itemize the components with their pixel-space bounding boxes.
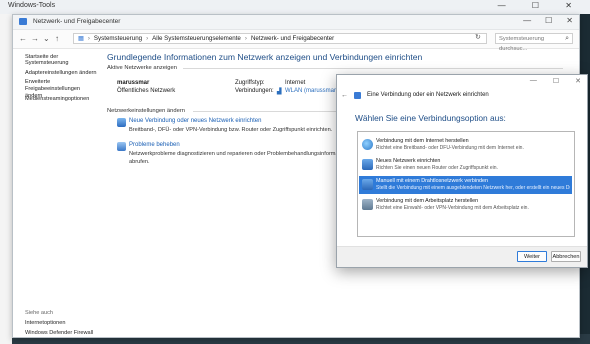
connection-setup-dialog: — ☐ ✕ ← Eine Verbindung oder ein Netzwer… — [336, 74, 588, 268]
maximize-button[interactable]: ☐ — [545, 16, 552, 25]
change-settings-label: Netzwerkeinstellungen ändern — [107, 108, 185, 114]
background-window-title: Windows-Tools — [8, 2, 56, 9]
option-title: Verbindung mit dem Internet herstellen — [376, 138, 469, 144]
option-title: Verbindung mit dem Arbeitsplatz herstell… — [376, 198, 479, 204]
sidebar-item-adapter[interactable]: Adaptereinstellungen ändern — [25, 70, 97, 76]
troubleshoot-desc: Netzwerkprobleme diagnostizieren und rep… — [129, 151, 354, 165]
refresh-icon[interactable]: ↻ — [475, 33, 481, 41]
divider — [183, 68, 563, 69]
workplace-icon — [362, 199, 373, 210]
option-internet[interactable]: Verbindung mit dem Internet herstellen R… — [359, 136, 572, 154]
sidebar-item-home[interactable]: Startseite der Systemsteuerung — [25, 54, 99, 66]
dialog-title: Eine Verbindung oder ein Netzwerk einric… — [367, 92, 489, 98]
network-name: marussmar — [117, 80, 150, 86]
dialog-minimize-button[interactable]: — — [530, 77, 537, 85]
search-input[interactable]: Systemsteuerung durchsuc... ⌕ — [495, 33, 573, 52]
breadcrumb[interactable]: ▦ › Systemsteuerung › Alle Systemsteueru… — [73, 33, 487, 44]
option-title: Neues Netzwerk einrichten — [376, 158, 441, 164]
access-type-label: Zugriffstyp: — [235, 80, 265, 86]
sidebar-item-internet-options[interactable]: Internetoptionen — [25, 320, 65, 326]
option-desc: Stellt die Verbindung mit einem ausgeble… — [376, 185, 570, 191]
breadcrumb-item[interactable]: Netzwerk- und Freigabecenter — [251, 33, 334, 44]
see-also-label: Siehe auch — [25, 310, 53, 316]
dialog-footer: Weiter Abbrechen — [337, 246, 587, 267]
back-arrow-icon[interactable]: ← — [19, 34, 27, 43]
connection-link[interactable]: WLAN (marussmar) — [285, 88, 338, 94]
network-type[interactable]: Öffentliches Netzwerk — [117, 88, 175, 94]
wifi-icon: ▟ — [277, 89, 282, 95]
back-arrow-icon[interactable]: ← — [341, 92, 348, 99]
sidebar: Startseite der Systemsteuerung Adapterei… — [13, 48, 99, 337]
window-title: Netzwerk- und Freigabecenter — [33, 18, 121, 25]
dialog-maximize-button[interactable]: ☐ — [553, 77, 559, 85]
dialog-close-button[interactable]: ✕ — [575, 77, 581, 85]
globe-icon — [362, 139, 373, 150]
connection-options-list: Verbindung mit dem Internet herstellen R… — [357, 131, 575, 237]
recent-chevron-icon[interactable]: ⌄ — [43, 34, 50, 43]
option-desc: Richtet eine Einwahl- oder VPN-Verbindun… — [376, 205, 529, 211]
cancel-button[interactable]: Abbrechen — [551, 251, 581, 262]
minimize-button[interactable]: — — [523, 16, 531, 25]
dialog-titlebar: — ☐ ✕ — [337, 75, 587, 89]
close-button[interactable]: ✕ — [566, 16, 573, 25]
forward-arrow-icon[interactable]: → — [31, 34, 39, 43]
search-icon: ⌕ — [565, 35, 569, 42]
breadcrumb-item[interactable]: Alle Systemsteuerungselemente — [152, 33, 241, 44]
network-setup-icon — [354, 91, 361, 99]
access-type-value: Internet — [285, 80, 306, 86]
option-new-network[interactable]: Neues Netzwerk einrichten Richten Sie ei… — [359, 156, 572, 174]
page-title: Grundlegende Informationen zum Netzwerk … — [107, 52, 423, 62]
option-workplace[interactable]: Verbindung mit dem Arbeitsplatz herstell… — [359, 196, 572, 214]
new-connection-icon — [117, 118, 126, 127]
wireless-icon — [362, 179, 373, 190]
window-titlebar: Netzwerk- und Freigabecenter — ☐ ✕ — [13, 15, 579, 30]
troubleshoot-icon — [117, 142, 126, 151]
troubleshoot-link[interactable]: Probleme beheben — [129, 142, 180, 148]
up-arrow-icon[interactable]: ↑ — [55, 34, 59, 43]
new-connection-desc: Breitband-, DFÜ- oder VPN-Verbindung bzw… — [129, 127, 333, 133]
active-networks-label: Aktive Netzwerke anzeigen — [107, 65, 177, 71]
background-window-controls[interactable]: — ☐ ✕ — [498, 1, 584, 10]
connections-label: Verbindungen: — [235, 88, 274, 94]
sidebar-item-media[interactable]: Medienstreamingoptionen — [25, 96, 89, 102]
control-panel-icon: ▦ — [78, 35, 84, 42]
dialog-question: Wählen Sie eine Verbindungsoption aus: — [355, 113, 506, 123]
breadcrumb-item[interactable]: Systemsteuerung — [94, 33, 142, 44]
option-title: Manuell mit einem Drahtlosnetzwerk verbi… — [376, 178, 489, 184]
router-icon — [362, 159, 373, 170]
network-center-icon — [19, 18, 27, 25]
option-wireless-manual[interactable]: Manuell mit einem Drahtlosnetzwerk verbi… — [359, 176, 572, 194]
dialog-header: ← Eine Verbindung oder ein Netzwerk einr… — [341, 89, 489, 101]
background-window-titlebar: Windows-Tools — ☐ ✕ — [0, 0, 590, 14]
new-connection-link[interactable]: Neue Verbindung oder neues Netzwerk einr… — [129, 118, 261, 124]
option-desc: Richten Sie einen neuen Router oder Zugr… — [376, 165, 498, 171]
option-desc: Richtet eine Breitband- oder DFÜ-Verbind… — [376, 145, 524, 151]
next-button[interactable]: Weiter — [517, 251, 547, 262]
address-bar-row: ← → ⌄ ↑ ▦ › Systemsteuerung › Alle Syste… — [13, 30, 579, 52]
sidebar-item-firewall[interactable]: Windows Defender Firewall — [25, 330, 93, 336]
